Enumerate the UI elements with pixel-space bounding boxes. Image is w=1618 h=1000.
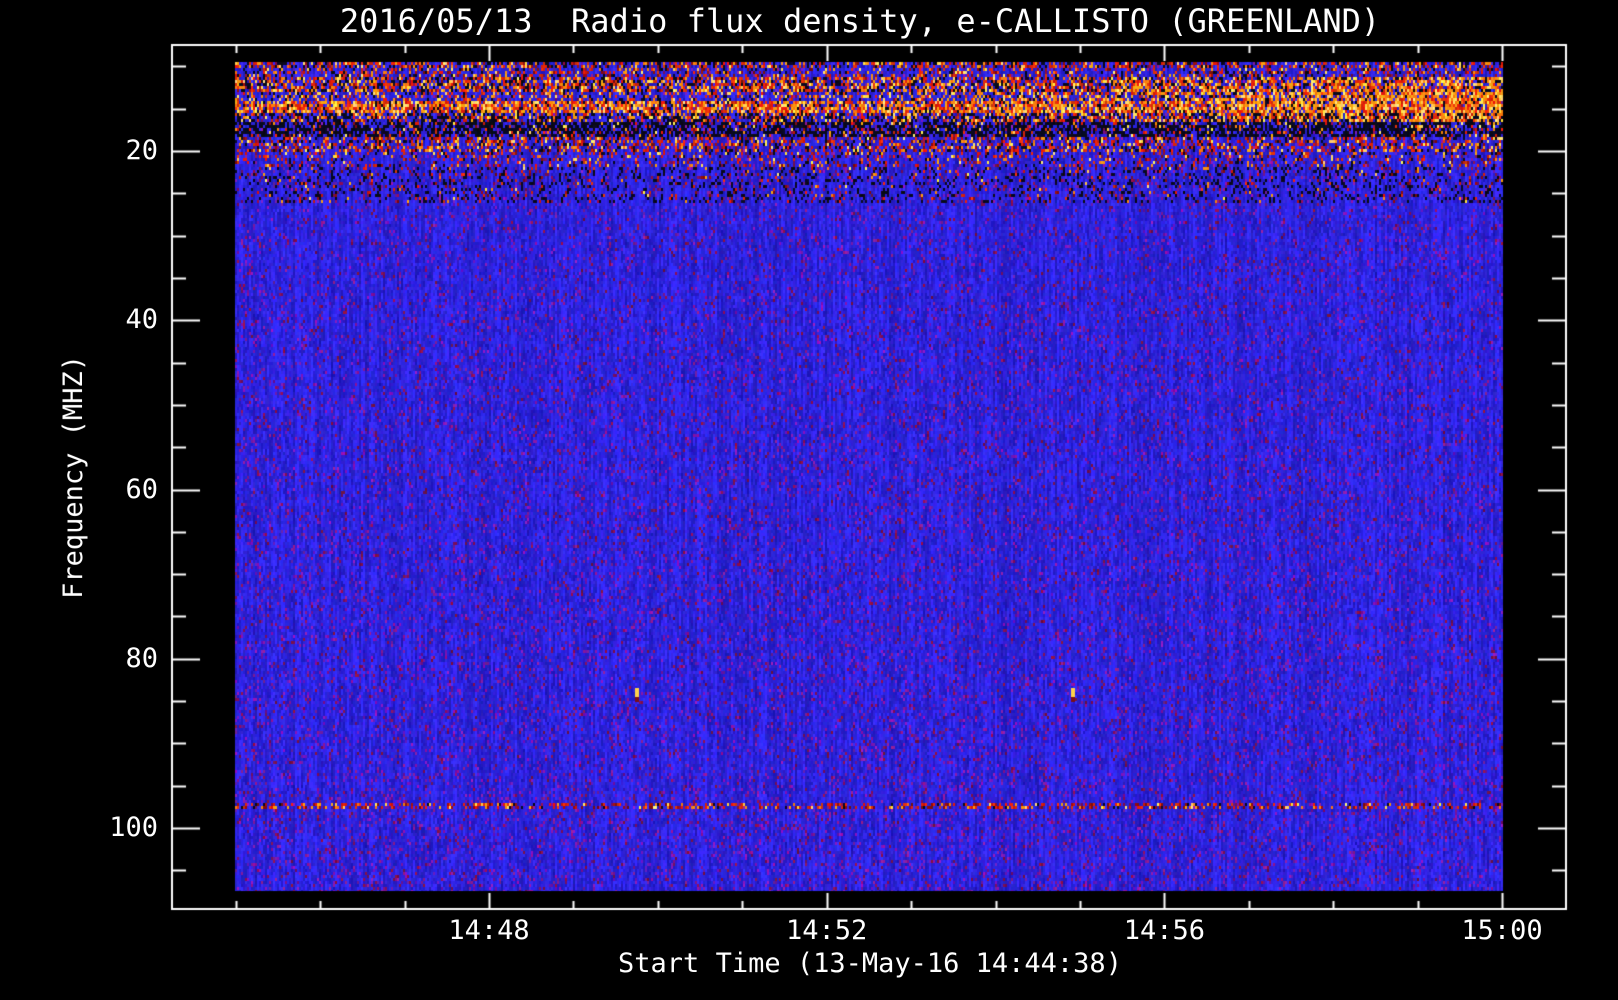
spectrogram-plot: 2016/05/13 Radio flux density, e-CALLIST… (0, 0, 1618, 1000)
x-tick-label-14-52: 14:52 (786, 915, 868, 946)
x-tick-label-15-00: 15:00 (1461, 915, 1543, 946)
x-axis-label: Start Time (13-May-16 14:44:38) (618, 948, 1122, 979)
y-tick-label-60: 60 (125, 473, 158, 505)
spectrogram-canvas (0, 0, 1618, 1000)
x-tick-label-14-48: 14:48 (448, 915, 530, 946)
chart-title: 2016/05/13 Radio flux density, e-CALLIST… (339, 2, 1381, 40)
y-tick-label-100: 100 (109, 812, 158, 844)
y-tick-label-40: 40 (125, 304, 158, 336)
x-tick-label-14-56: 14:56 (1123, 915, 1205, 946)
y-tick-label-20: 20 (125, 135, 158, 166)
y-tick-label-80: 80 (125, 642, 158, 674)
